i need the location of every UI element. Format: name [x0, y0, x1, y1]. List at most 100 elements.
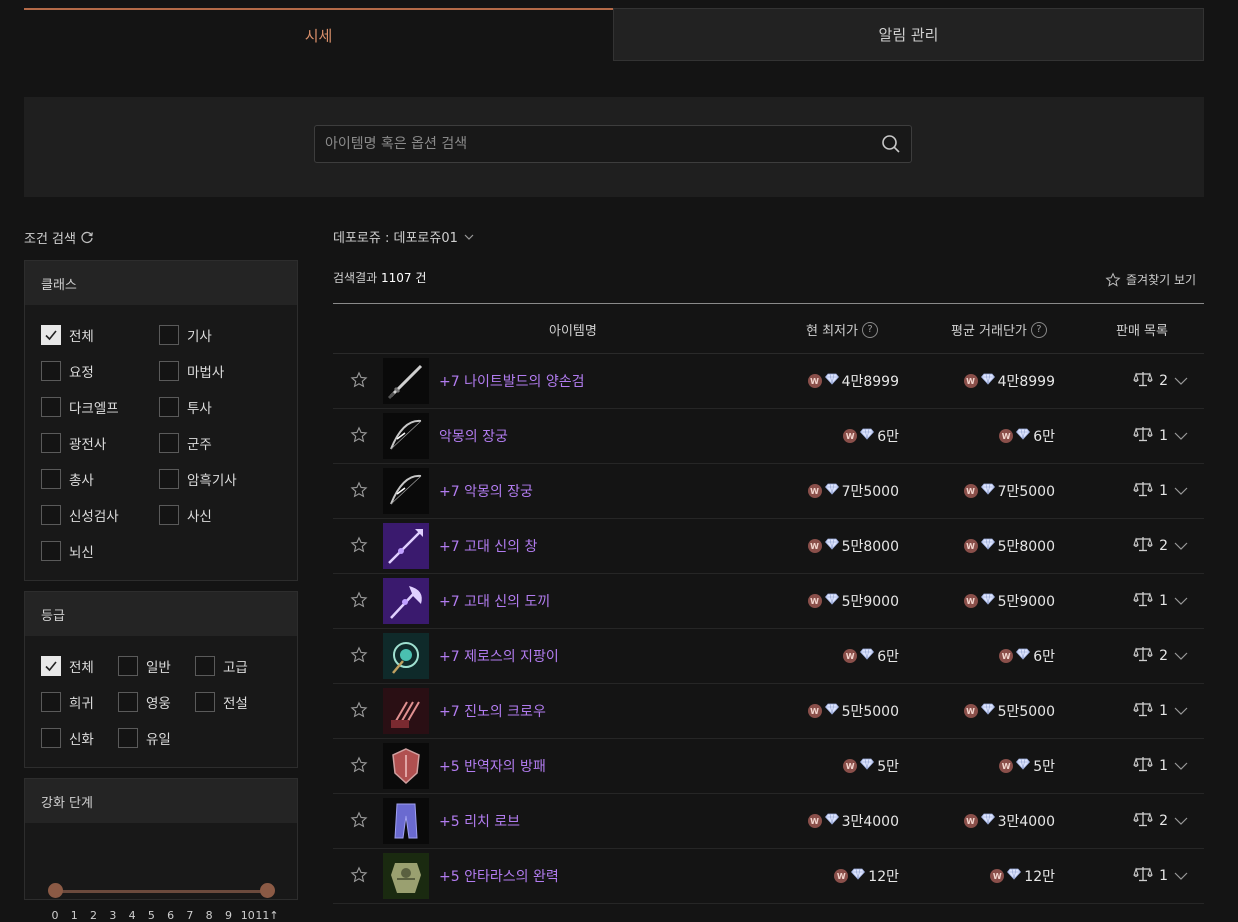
refresh-icon[interactable]: [80, 231, 94, 245]
item-name-link[interactable]: +7 고대 신의 도끼: [439, 591, 550, 611]
checkbox-grade_panel-1[interactable]: 일반: [118, 656, 171, 676]
price-value: 6만: [1033, 649, 1055, 665]
price-value: 7만5000: [997, 484, 1055, 500]
checkbox-empty-icon[interactable]: [159, 361, 179, 381]
price-value: 12만: [1024, 869, 1055, 885]
sales-list-toggle[interactable]: 2: [1133, 371, 1188, 391]
star-icon[interactable]: [350, 481, 368, 503]
tab-market[interactable]: 시세: [24, 8, 613, 61]
sales-list-toggle[interactable]: 1: [1133, 756, 1188, 776]
star-icon[interactable]: [350, 646, 368, 668]
sales-list-toggle[interactable]: 1: [1133, 701, 1188, 721]
checkbox-grade_panel-3[interactable]: 희귀: [41, 692, 94, 712]
slider-handle-min[interactable]: [47, 883, 63, 898]
checkbox-empty-icon[interactable]: [118, 692, 138, 712]
diamond-icon: [980, 538, 995, 554]
checkbox-empty-icon[interactable]: [41, 469, 61, 489]
checkbox-grade_panel-6[interactable]: 신화: [41, 728, 94, 748]
item-name-link[interactable]: +7 고대 신의 창: [439, 536, 537, 556]
checkbox-grade_panel-7[interactable]: 유일: [118, 728, 171, 748]
search-icon[interactable]: [881, 134, 901, 154]
checkbox-empty-icon[interactable]: [159, 433, 179, 453]
price-value: 4만8999: [997, 374, 1055, 390]
checkbox-checked-icon[interactable]: [41, 656, 61, 676]
checkbox-empty-icon[interactable]: [159, 325, 179, 345]
checkbox-grade_panel-0[interactable]: 전체: [41, 656, 94, 676]
checkbox-class_panel-11[interactable]: 사신: [159, 505, 212, 525]
checkbox-class_panel-7[interactable]: 군주: [159, 433, 212, 453]
checkbox-class_panel-5[interactable]: 투사: [159, 397, 212, 417]
sales-list-toggle[interactable]: 2: [1133, 536, 1188, 556]
favorites-button[interactable]: 즐겨찾기 보기: [1105, 271, 1196, 288]
slider-handle-max[interactable]: [259, 883, 275, 898]
sales-count: 1: [1159, 483, 1168, 499]
checkbox-empty-icon[interactable]: [159, 469, 179, 489]
checkbox-label: 요정: [69, 365, 94, 381]
checkbox-class_panel-12[interactable]: 뇌신: [41, 541, 94, 561]
checkbox-class_panel-3[interactable]: 마법사: [159, 361, 224, 381]
checkbox-class_panel-2[interactable]: 요정: [41, 361, 94, 381]
sales-list-toggle[interactable]: 1: [1133, 426, 1188, 446]
checkbox-empty-icon[interactable]: [118, 656, 138, 676]
checkbox-class_panel-8[interactable]: 총사: [41, 469, 94, 489]
checkbox-grade_panel-5[interactable]: 전설: [195, 692, 248, 712]
checkbox-class_panel-9[interactable]: 암흑기사: [159, 469, 237, 489]
star-icon[interactable]: [350, 371, 368, 393]
checkbox-empty-icon[interactable]: [41, 728, 61, 748]
item-name-link[interactable]: +7 악몽의 장궁: [439, 481, 533, 501]
checkbox-empty-icon[interactable]: [41, 505, 61, 525]
checkbox-empty-icon[interactable]: [41, 433, 61, 453]
checkbox-empty-icon[interactable]: [159, 505, 179, 525]
checkbox-empty-icon[interactable]: [41, 361, 61, 381]
slider-track[interactable]: [55, 890, 267, 893]
checkbox-empty-icon[interactable]: [195, 656, 215, 676]
checkbox-class_panel-4[interactable]: 다크엘프: [41, 397, 119, 417]
checkbox-empty-icon[interactable]: [41, 541, 61, 561]
star-icon[interactable]: [350, 591, 368, 613]
checkbox-class_panel-10[interactable]: 신성검사: [41, 505, 119, 525]
checkbox-empty-icon[interactable]: [118, 728, 138, 748]
star-icon[interactable]: [350, 701, 368, 723]
price-cell: W 5만8000: [963, 536, 1055, 556]
scale-icon: [1133, 866, 1153, 886]
item-name-link[interactable]: +7 제로스의 지팡이: [439, 646, 559, 666]
checkbox-empty-icon[interactable]: [41, 692, 61, 712]
price-cell: W 5만9000: [807, 591, 899, 611]
checkbox-grade_panel-4[interactable]: 영웅: [118, 692, 171, 712]
sales-list-toggle[interactable]: 1: [1133, 866, 1188, 886]
help-icon[interactable]: ?: [861, 321, 878, 338]
checkbox-class_panel-1[interactable]: 기사: [159, 325, 212, 345]
checkbox-empty-icon[interactable]: [195, 692, 215, 712]
star-icon[interactable]: [350, 866, 368, 888]
sales-list-toggle[interactable]: 1: [1133, 591, 1188, 611]
search-input[interactable]: [315, 126, 875, 162]
sales-list-toggle[interactable]: 1: [1133, 481, 1188, 501]
server-selector[interactable]: 데포로쥬 : 데포로쥬01: [333, 227, 474, 246]
sales-list-toggle[interactable]: 2: [1133, 811, 1188, 831]
item-name-link[interactable]: +7 진노의 크로우: [439, 701, 546, 721]
item-name-link[interactable]: +5 안타라스의 완력: [439, 866, 559, 886]
result-prefix: 검색결과: [333, 271, 378, 285]
checkbox-empty-icon[interactable]: [159, 397, 179, 417]
checkbox-class_panel-0[interactable]: 전체: [41, 325, 94, 345]
table-row: +7 고대 신의 도끼 W 5만9000 W 5만9000 1: [333, 574, 1204, 629]
sales-list-toggle[interactable]: 2: [1133, 646, 1188, 666]
help-icon[interactable]: ?: [1030, 321, 1047, 338]
checkbox-checked-icon[interactable]: [41, 325, 61, 345]
star-icon[interactable]: [350, 756, 368, 778]
checkbox-grade_panel-2[interactable]: 고급: [195, 656, 248, 676]
checkbox-empty-icon[interactable]: [41, 397, 61, 417]
checkbox-class_panel-6[interactable]: 광전사: [41, 433, 106, 453]
item-name-link[interactable]: +5 리치 로브: [439, 811, 520, 831]
table-row: +7 제로스의 지팡이 W 6만 W 6만 2: [333, 629, 1204, 684]
tab-alerts[interactable]: 알림 관리: [613, 8, 1204, 61]
w-coin-icon: W: [999, 429, 1014, 443]
item-name-link[interactable]: 악몽의 장궁: [439, 426, 508, 446]
item-name-link[interactable]: +7 나이트발드의 양손검: [439, 371, 584, 391]
scale-icon: [1133, 646, 1153, 666]
chevron-down-icon: [1174, 373, 1188, 389]
star-icon[interactable]: [350, 811, 368, 833]
star-icon[interactable]: [350, 426, 368, 448]
star-icon[interactable]: [350, 536, 368, 558]
item-name-link[interactable]: +5 반역자의 방패: [439, 756, 546, 776]
